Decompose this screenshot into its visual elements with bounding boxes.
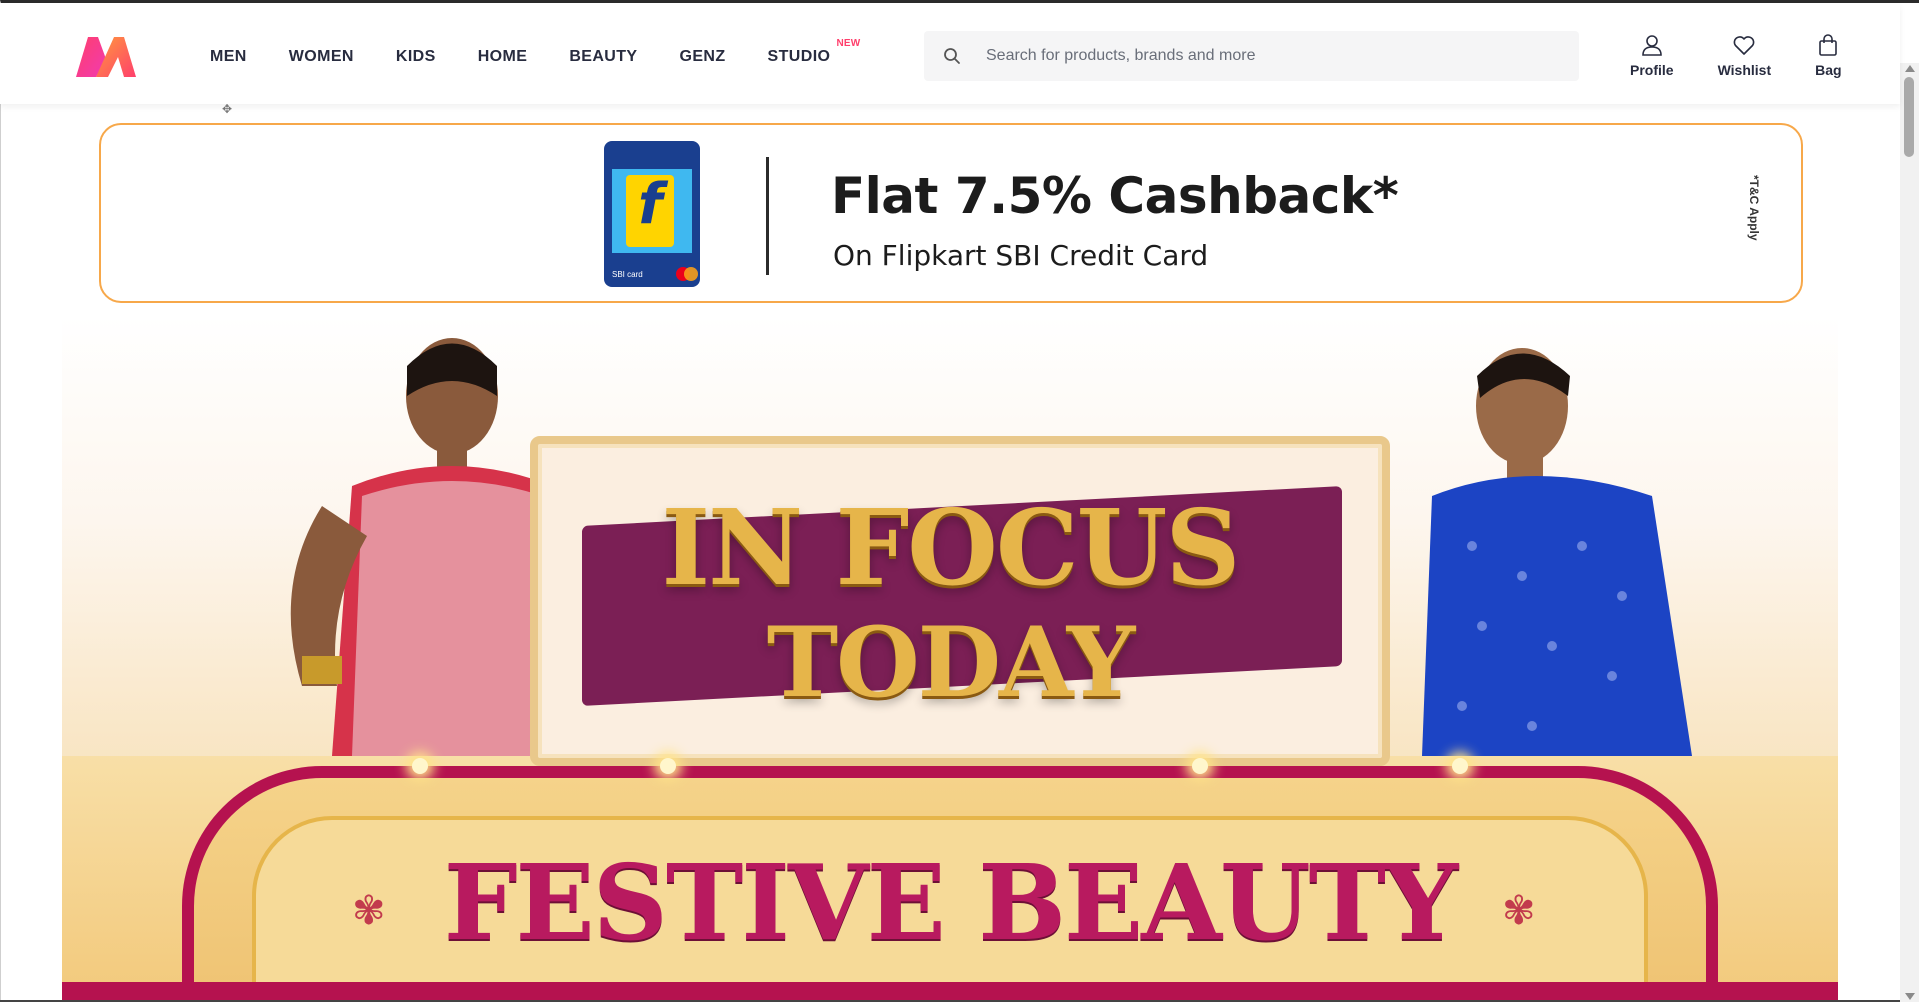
search-icon[interactable] <box>930 47 974 65</box>
bag-icon <box>1819 34 1838 56</box>
festive-hero-banner[interactable]: IN FOCUS TODAY ✾ ✾ FESTIVE BEAUTY <box>62 316 1838 1002</box>
offer-title: Flat 7.5% Cashback* <box>831 167 1399 225</box>
profile-label: Profile <box>1630 62 1674 78</box>
page-scrollbar[interactable] <box>1900 63 1919 1002</box>
card-brand-text: SBI card <box>612 270 643 279</box>
offer-subtitle: On Flipkart SBI Credit Card <box>833 239 1209 272</box>
nav-item-kids[interactable]: KIDS <box>396 42 436 66</box>
bag-button[interactable]: Bag <box>1815 33 1842 78</box>
profile-icon <box>1641 35 1662 56</box>
cursor-icon: ✥ <box>222 102 233 116</box>
header-actions: Profile Wishlist Bag <box>1630 33 1842 78</box>
man-model-image <box>1422 348 1692 756</box>
wishlist-label: Wishlist <box>1717 62 1772 78</box>
myntra-logo[interactable] <box>74 33 138 79</box>
main-nav: MEN WOMEN KIDS HOME BEAUTY GENZ STUDIO N… <box>210 3 872 104</box>
bag-label: Bag <box>1815 62 1842 78</box>
lamp-decoration <box>412 758 428 774</box>
lamp-decoration <box>1452 758 1468 774</box>
profile-button[interactable]: Profile <box>1630 33 1674 78</box>
offer-divider <box>766 157 769 275</box>
lamp-decoration <box>1192 758 1208 774</box>
search-input[interactable] <box>986 47 1566 65</box>
offer-terms: *T&C Apply <box>1747 175 1761 241</box>
wishlist-button[interactable]: Wishlist <box>1717 33 1772 78</box>
nav-item-women[interactable]: WOMEN <box>289 42 354 66</box>
festive-beauty-title: FESTIVE BEAUTY <box>443 841 1459 964</box>
nav-item-men[interactable]: MEN <box>210 42 247 66</box>
credit-card-image: f SBI card <box>604 141 700 287</box>
scroll-up-icon[interactable] <box>1905 65 1915 72</box>
cashback-offer-banner[interactable]: f SBI card Flat 7.5% Cashback* On Flipka… <box>99 123 1803 303</box>
new-badge: NEW <box>836 37 861 49</box>
lamp-decoration <box>660 758 676 774</box>
search-bar[interactable] <box>924 31 1579 81</box>
scroll-thumb[interactable] <box>1904 77 1914 157</box>
nav-item-studio[interactable]: STUDIO NEW <box>768 38 861 66</box>
nav-item-home[interactable]: HOME <box>478 42 528 66</box>
nav-item-genz[interactable]: GENZ <box>680 42 726 66</box>
scroll-down-icon[interactable] <box>1905 993 1915 1000</box>
nav-item-beauty[interactable]: BEAUTY <box>569 42 637 66</box>
site-header: MEN WOMEN KIDS HOME BEAUTY GENZ STUDIO N… <box>0 3 1900 104</box>
heart-icon <box>1733 36 1755 55</box>
hero-bottom-border <box>62 982 1838 1002</box>
